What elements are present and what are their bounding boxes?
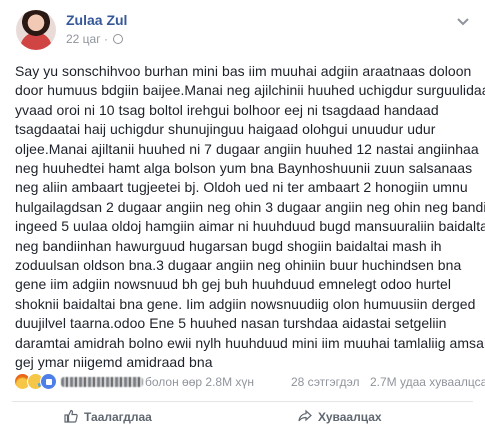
reaction-count[interactable]: болон өөр 2.8M хүн xyxy=(145,375,254,389)
share-button[interactable]: Хуваалцах xyxy=(298,409,382,424)
share-icon xyxy=(298,409,312,422)
post-meta: 22 цаг · xyxy=(66,32,124,46)
thumbs-up-icon xyxy=(64,409,78,423)
like-button-label: Таалагдлаа xyxy=(84,410,152,424)
globe-icon xyxy=(113,34,124,44)
author-name[interactable]: Zulaa Zul xyxy=(66,12,127,28)
author-avatar[interactable] xyxy=(16,10,56,50)
post-header: Zulaa Zul 22 цаг · xyxy=(16,10,476,50)
comments-count[interactable]: 28 сэтгэгдэл xyxy=(291,375,360,389)
like-button[interactable]: Таалагдлаа xyxy=(64,409,152,424)
blurred-names xyxy=(61,377,143,387)
share-button-label: Хуваалцах xyxy=(318,410,382,424)
like-icon xyxy=(40,373,57,390)
reaction-bar: болон өөр 2.8M хүн 28 сэтгэгдэл 2.7M уда… xyxy=(14,373,485,391)
post-time[interactable]: 22 цаг xyxy=(66,32,101,46)
separator-dot: · xyxy=(103,32,112,46)
chevron-down-icon[interactable] xyxy=(456,14,470,28)
shares-count[interactable]: 2.7M удаа хуваалцсан xyxy=(370,375,485,389)
post-body: Say yu sonschihvoo burhan mini bas iim m… xyxy=(15,63,485,371)
action-bar: Таалагдлаа Хуваалцах xyxy=(0,402,485,427)
